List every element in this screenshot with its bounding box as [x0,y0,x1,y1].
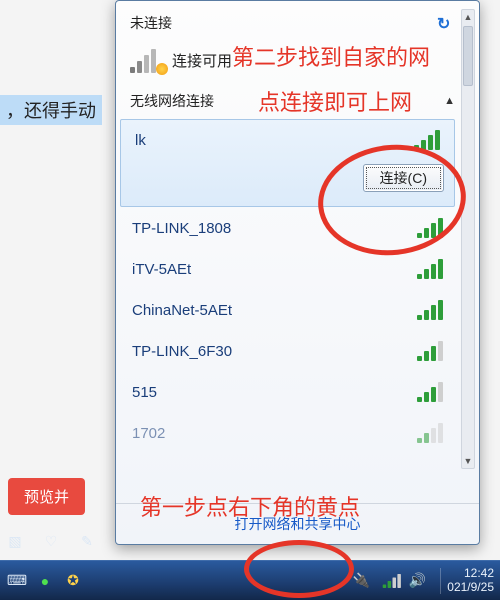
network-ssid: lk [135,132,146,149]
image-icon[interactable]: ▧ [6,532,24,550]
wechat-tray-icon[interactable]: ● [36,572,54,590]
keyboard-tray-icon[interactable]: ⌨ [8,572,26,590]
signal-strength-icon [417,341,447,361]
scrollbar[interactable]: ▲ ▼ [461,9,475,469]
heart-icon[interactable]: ♡ [42,532,60,550]
network-ssid: 1702 [132,425,165,442]
scroll-up-icon[interactable]: ▲ [462,10,474,24]
tray-divider [440,568,441,594]
signal-available-icon [130,47,162,73]
scroll-thumb[interactable] [463,26,473,86]
signal-strength-icon [417,382,447,402]
background-selected-text: ，还得手动 [0,95,102,125]
refresh-icon[interactable] [437,14,455,32]
power-tray-icon[interactable]: 🔌 [352,572,370,590]
network-item[interactable]: TP-LINK_1808 [118,207,457,248]
connections-available-label: 连接可用 [172,50,232,71]
network-tray-icon[interactable] [380,572,398,590]
clock-date: 021/9/25 [447,581,494,595]
network-item[interactable]: ChinaNet-5AEt [118,289,457,330]
taskbar-clock[interactable]: 12:42 021/9/25 [447,567,494,595]
network-ssid: ChinaNet-5AEt [132,302,232,319]
connect-button[interactable]: 连接(C) [363,164,444,192]
edit-icon[interactable]: ✎ [78,532,96,550]
taskbar: ⌨ ● ✪ 🔌 🔊 12:42 021/9/25 [0,560,500,600]
network-item[interactable]: TP-LINK_6F30 [118,330,457,371]
signal-strength-icon [417,259,447,279]
network-item[interactable]: 1702 [118,412,457,453]
flyout-header: 未连接 [116,7,479,39]
volume-tray-icon[interactable]: 🔊 [408,572,426,590]
system-tray: 🔌 🔊 [352,572,426,590]
wireless-section-header[interactable]: 无线网络连接 ▲ [116,83,479,119]
clock-time: 12:42 [464,567,494,581]
not-connected-label: 未连接 [130,13,172,33]
chevron-up-icon: ▲ [444,95,455,107]
signal-strength-icon [414,130,444,150]
network-list: lk 连接(C) TP-LINK_1808 iTV-5AEt ChinaNet-… [118,119,477,503]
network-item[interactable]: iTV-5AEt [118,248,457,289]
network-ssid: TP-LINK_1808 [132,220,231,237]
network-ssid: TP-LINK_6F30 [132,343,232,360]
app-tray-icon[interactable]: ✪ [64,572,82,590]
signal-strength-icon [417,218,447,238]
signal-strength-icon [417,300,447,320]
wifi-flyout-panel: 未连接 连接可用 无线网络连接 ▲ lk 连接(C) TP-LINK_1808 … [115,0,480,545]
app-bottom-toolbar: ▧ ♡ ✎ [6,532,96,550]
network-ssid: 515 [132,384,157,401]
network-item-selected[interactable]: lk 连接(C) [120,119,455,207]
scroll-down-icon[interactable]: ▼ [462,454,474,468]
signal-strength-icon [417,423,447,443]
network-ssid: iTV-5AEt [132,261,191,278]
wireless-section-title: 无线网络连接 [130,91,214,111]
open-network-center-link[interactable]: 打开网络和共享中心 [116,503,479,544]
connections-available-row: 连接可用 [116,39,479,83]
network-item[interactable]: 515 [118,371,457,412]
preview-button[interactable]: 预览并 [8,478,85,515]
